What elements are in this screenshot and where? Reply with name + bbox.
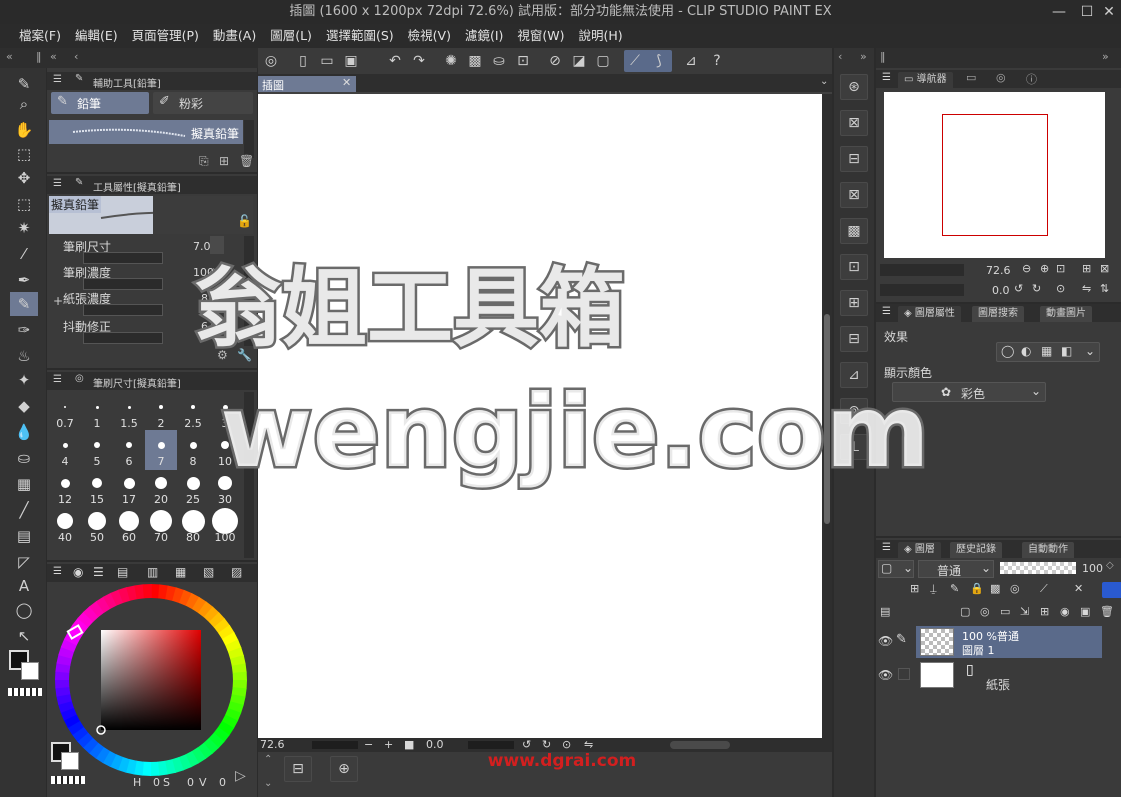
- watermark-line2: wengjie.com: [220, 373, 930, 490]
- watermark-layer: 翁姐工具箱 wengjie.com www.dgrai.com: [193, 257, 933, 772]
- watermark-line1: 翁姐工具箱: [195, 259, 625, 359]
- watermark-footer: www.dgrai.com: [488, 751, 636, 771]
